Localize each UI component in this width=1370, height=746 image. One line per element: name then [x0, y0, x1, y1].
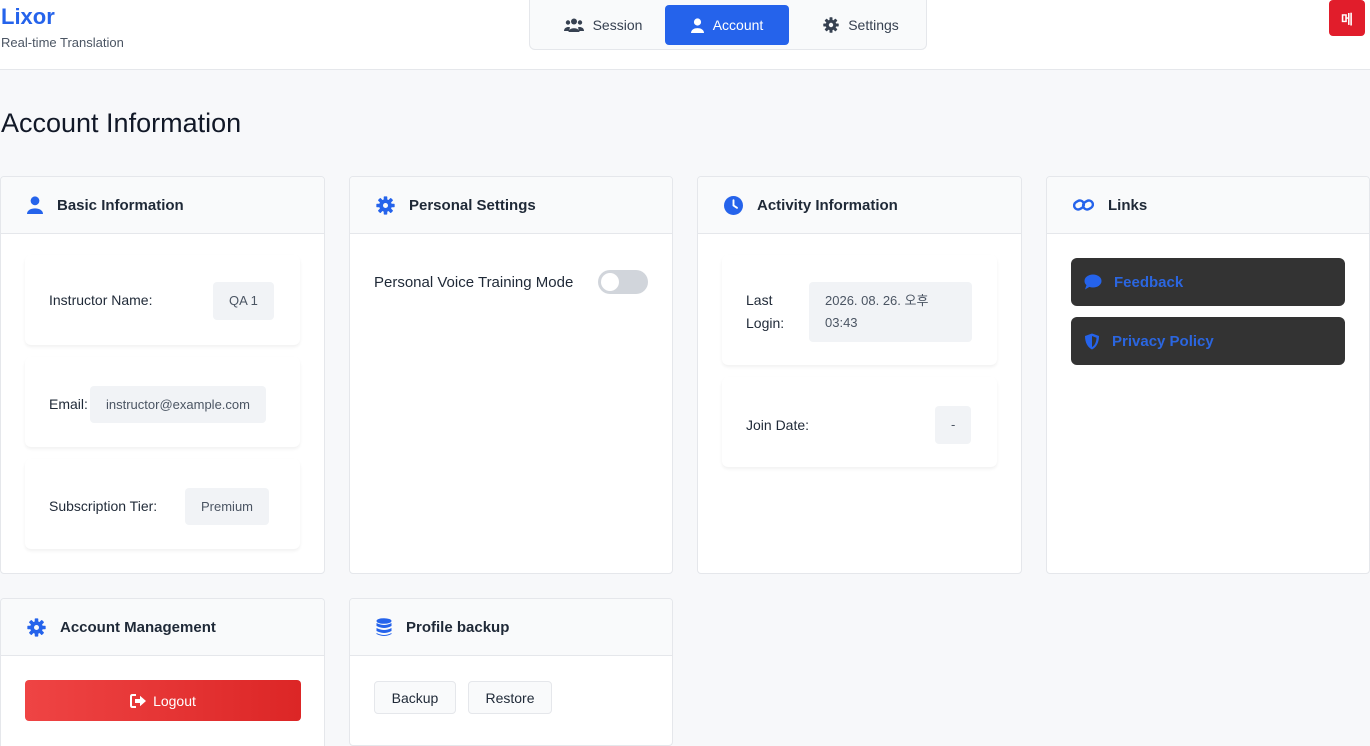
links-header: Links: [1047, 177, 1369, 234]
links-title: Links: [1108, 196, 1148, 214]
instructor-name-value: QA 1: [213, 282, 274, 320]
last-login-label-1: Last: [746, 292, 773, 308]
tab-settings[interactable]: Settings: [803, 5, 919, 45]
language-button[interactable]: 메: [1329, 0, 1365, 36]
toggle-knob: [601, 273, 619, 291]
instructor-name-label: Instructor Name:: [49, 292, 153, 308]
profile-backup-header: Profile backup: [350, 599, 672, 656]
profile-backup-title: Profile backup: [406, 618, 510, 636]
brand-subtitle: Real-time Translation: [1, 35, 124, 50]
personal-settings-title: Personal Settings: [409, 196, 536, 214]
personal-settings-header: Personal Settings: [350, 177, 672, 234]
link-icon: [1073, 199, 1094, 211]
info-row-instructor: Instructor Name: QA 1: [25, 255, 300, 345]
email-label: Email:: [49, 396, 88, 412]
activity-title: Activity Information: [757, 196, 898, 214]
tab-settings-label: Settings: [848, 17, 899, 33]
last-login-value-date: 2026. 08. 26. 오후: [825, 293, 929, 308]
voice-training-label: Personal Voice Training Mode: [374, 274, 574, 291]
join-date-value: -: [935, 406, 972, 444]
info-row-last-login: Last Login: 2026. 08. 26. 오후 03:43: [722, 255, 997, 365]
brand-name: Lixor: [1, 4, 55, 29]
sign-out-icon: [130, 693, 147, 708]
tab-session[interactable]: Session: [543, 5, 663, 45]
app-header: Lixor Real-time Translation Session Acco…: [0, 0, 1370, 70]
last-login-value: 2026. 08. 26. 오후 03:43: [809, 282, 972, 342]
user-icon: [27, 196, 43, 214]
privacy-policy-label: Privacy Policy: [1112, 332, 1214, 350]
activity-card: Activity Information Last Login: 2026. 0…: [697, 176, 1022, 574]
email-value: instructor@example.com: [90, 386, 266, 423]
info-row-email: Email: instructor@example.com: [25, 357, 300, 447]
privacy-policy-button[interactable]: Privacy Policy: [1071, 317, 1345, 365]
feedback-button[interactable]: Feedback: [1071, 258, 1345, 306]
subscription-value: Premium: [185, 488, 270, 525]
basic-info-title: Basic Information: [57, 196, 184, 214]
basic-info-card: Basic Information Instructor Name: QA 1 …: [0, 176, 325, 574]
join-date-label: Join Date:: [746, 417, 810, 433]
comment-icon: [1084, 274, 1102, 290]
info-row-subscription: Subscription Tier: Premium: [25, 459, 300, 549]
logout-button[interactable]: Logout: [25, 680, 301, 721]
account-management-card: Account Management Logout: [0, 598, 325, 746]
main-nav: Session Account Settings: [529, 0, 927, 50]
gear-icon: [823, 17, 839, 33]
tab-account[interactable]: Account: [665, 5, 789, 45]
tab-session-label: Session: [592, 17, 643, 33]
links-card: Links Feedback Privacy Policy: [1046, 176, 1370, 574]
feedback-label: Feedback: [1114, 273, 1184, 291]
page-title: Account Information: [1, 108, 242, 138]
last-login-label-2: Login:: [746, 315, 785, 331]
info-row-join-date: Join Date: -: [722, 377, 997, 467]
clock-icon: [724, 195, 743, 215]
subscription-label: Subscription Tier:: [49, 498, 158, 514]
account-management-header: Account Management: [1, 599, 324, 656]
shield-icon: [1085, 333, 1099, 349]
gear-icon: [376, 195, 395, 215]
personal-settings-card: Personal Settings Personal Voice Trainin…: [349, 176, 673, 574]
restore-button[interactable]: Restore: [468, 681, 552, 714]
activity-header: Activity Information: [698, 177, 1021, 234]
gear-icon: [27, 617, 46, 637]
voice-training-row: Personal Voice Training Mode: [350, 234, 672, 314]
voice-training-toggle[interactable]: [598, 270, 648, 294]
tab-account-label: Account: [712, 17, 764, 33]
last-login-value-time: 03:43: [825, 315, 858, 330]
database-icon: [376, 617, 392, 636]
user-icon: [690, 17, 704, 33]
backup-button[interactable]: Backup: [374, 681, 456, 714]
logout-label: Logout: [153, 692, 196, 709]
account-management-title: Account Management: [60, 618, 216, 636]
profile-backup-card: Profile backup Backup Restore: [349, 598, 673, 746]
users-icon: [563, 18, 584, 32]
basic-info-header: Basic Information: [1, 177, 324, 234]
